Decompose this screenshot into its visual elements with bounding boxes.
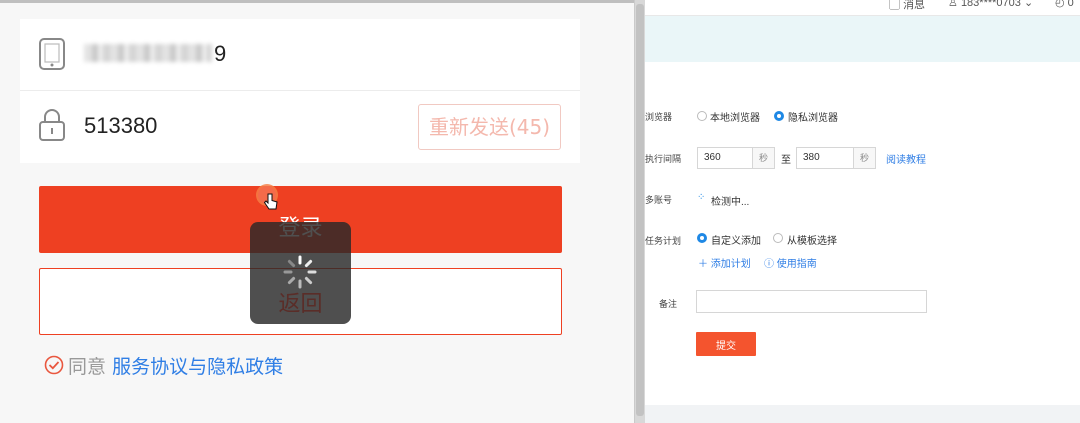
radio-from-template[interactable] bbox=[773, 233, 783, 243]
plan-label: 任务计划 bbox=[645, 236, 682, 246]
local-browser-label: 本地浏览器 bbox=[710, 113, 760, 124]
phone-icon bbox=[38, 37, 66, 75]
custom-add-label: 自定义添加 bbox=[711, 236, 761, 247]
messages-label: 消息 bbox=[903, 0, 926, 11]
messages-link[interactable]: ▢ 消息 bbox=[889, 0, 925, 12]
plus-icon: ＋ bbox=[698, 259, 708, 270]
radio-private-browser[interactable] bbox=[774, 111, 784, 121]
submit-button[interactable]: 提交 bbox=[696, 332, 756, 356]
terms-privacy-link[interactable]: 服务协议与隐私政策 bbox=[112, 356, 283, 378]
scrollbar-thumb[interactable] bbox=[636, 4, 644, 416]
interval-to-input[interactable]: 380 bbox=[796, 147, 854, 169]
tutorial-link[interactable]: 阅读教程 bbox=[886, 151, 926, 166]
extra-topbar-item[interactable]: ◴ 0 bbox=[1055, 0, 1074, 9]
phone-input[interactable]: 9 bbox=[84, 41, 226, 67]
extra-topbar-label: 0 bbox=[1067, 0, 1074, 9]
add-plan-link[interactable]: ＋ 添加计划 bbox=[698, 255, 751, 270]
user-menu[interactable]: ♙ 183****0703 ⌄ bbox=[948, 0, 1033, 9]
login-form-card: 9 513380 重新发送(45) bbox=[20, 19, 580, 163]
interval-from-input[interactable]: 360 bbox=[697, 147, 753, 169]
redacted-number bbox=[84, 44, 212, 62]
chevron-down-icon: ⌄ bbox=[1023, 0, 1034, 9]
interval-from-unit: 秒 bbox=[753, 147, 775, 169]
agree-text: 同意 bbox=[68, 356, 107, 378]
private-browser-label: 隐私浏览器 bbox=[788, 113, 838, 124]
info-icon: ◴ bbox=[1055, 0, 1065, 9]
code-input[interactable]: 513380 bbox=[84, 113, 157, 139]
from-template-label: 从模板选择 bbox=[787, 236, 837, 247]
interval-to-unit: 秒 bbox=[854, 147, 876, 169]
header-band bbox=[645, 16, 1080, 62]
lock-icon bbox=[38, 107, 66, 147]
interval-to-label: 至 bbox=[781, 155, 791, 166]
add-plan-label: 添加计划 bbox=[710, 259, 751, 270]
accounts-status: 检测中... bbox=[711, 197, 750, 208]
user-icon: ♙ bbox=[948, 0, 958, 9]
remark-input[interactable] bbox=[696, 290, 927, 313]
top-bar: ▢ 消息 ♙ 183****0703 ⌄ ◴ 0 bbox=[645, 0, 1080, 16]
bottom-band bbox=[645, 405, 1080, 423]
toast-label: 返回 bbox=[278, 292, 323, 317]
agreement-row: 同意 服务协议与隐私政策 bbox=[44, 352, 283, 380]
user-name: 183****0703 bbox=[960, 0, 1021, 9]
loading-toast: 返回 bbox=[250, 222, 351, 324]
radio-custom-add[interactable] bbox=[697, 233, 707, 243]
resend-button[interactable]: 重新发送(45) bbox=[418, 104, 561, 150]
check-circle-icon[interactable] bbox=[44, 355, 64, 380]
login-panel: 9 513380 重新发送(45) 登录 返回 同意 服务协议与隐私政策 bbox=[0, 0, 634, 423]
code-row: 513380 重新发送(45) bbox=[20, 91, 580, 163]
guide-link[interactable]: ⓘ 使用指南 bbox=[764, 255, 817, 270]
hand-cursor-icon bbox=[263, 193, 278, 215]
panel-scrollbar[interactable] bbox=[634, 0, 645, 423]
message-icon: ▢ bbox=[889, 0, 900, 11]
loading-icon: ⁘ bbox=[697, 192, 706, 203]
browser-label: 浏览器 bbox=[645, 112, 673, 122]
help-icon: ⓘ bbox=[764, 259, 774, 270]
remark-label: 备注 bbox=[659, 299, 678, 309]
phone-row: 9 bbox=[20, 19, 580, 91]
guide-label: 使用指南 bbox=[776, 259, 817, 270]
accounts-label: 多账号 bbox=[645, 195, 673, 205]
phone-visible-digit: 9 bbox=[214, 41, 227, 66]
interval-label: 执行间隔 bbox=[645, 154, 682, 164]
radio-local-browser[interactable] bbox=[697, 111, 707, 121]
